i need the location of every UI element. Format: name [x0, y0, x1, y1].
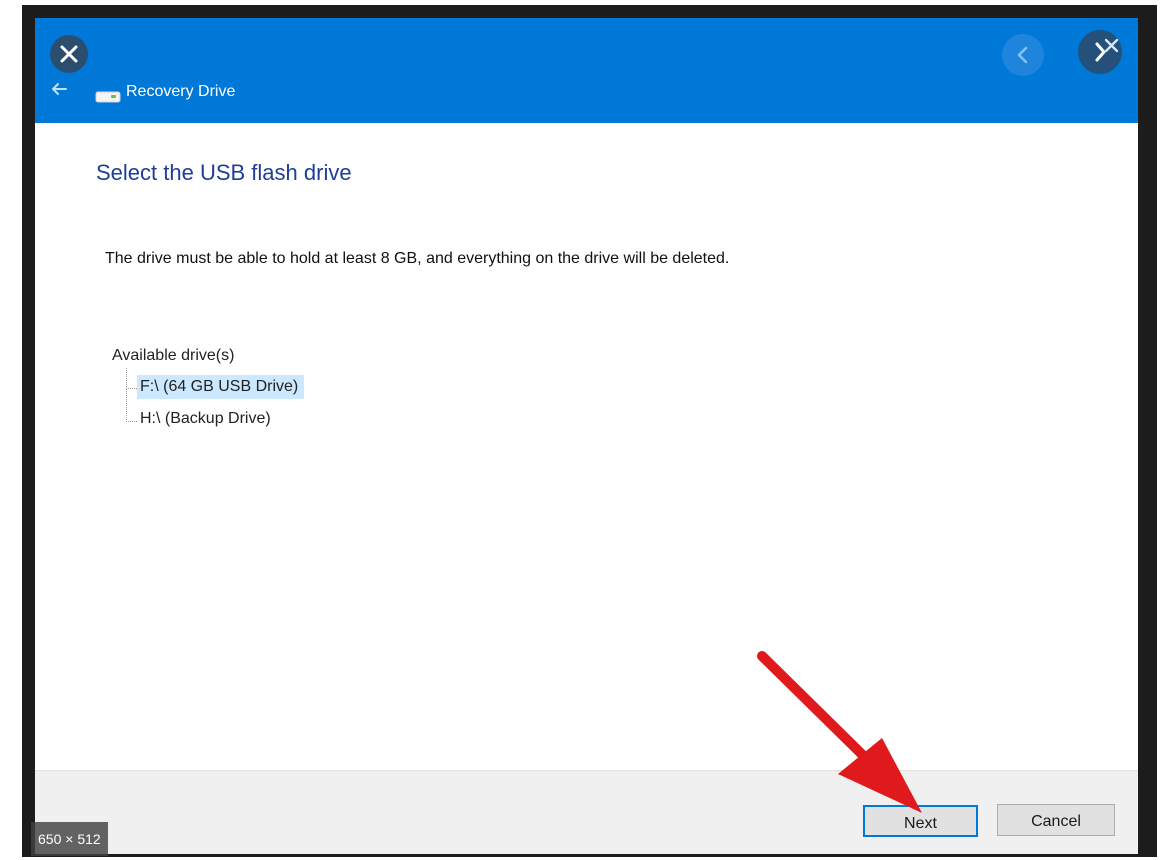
back-arrow-icon: [52, 83, 67, 95]
screenshot-page: Recovery Drive Select the USB flash driv…: [0, 0, 1168, 860]
tree-connector: [126, 388, 137, 422]
tree-connector: [126, 368, 137, 389]
usb-drive-icon: [95, 91, 121, 103]
cancel-button[interactable]: Cancel: [997, 804, 1115, 836]
drive-requirement-text: The drive must be able to hold at least …: [105, 250, 730, 267]
dialog-header: Recovery Drive: [35, 18, 1138, 123]
close-icon: [60, 45, 78, 63]
drive-option-label: F:\ (64 GB USB Drive): [140, 378, 299, 395]
red-annotation-arrow: [757, 651, 922, 813]
drive-option-h[interactable]: H:\ (Backup Drive): [137, 407, 277, 431]
chevron-left-icon: [1017, 46, 1028, 64]
close-circle-button[interactable]: [50, 35, 88, 73]
available-drives-tree: Available drive(s) F:\ (64 GB USB Drive)…: [112, 346, 532, 446]
recovery-drive-dialog: Recovery Drive Select the USB flash driv…: [35, 18, 1138, 854]
image-dimensions-badge: 650 × 512: [31, 822, 108, 856]
back-button[interactable]: [48, 78, 70, 100]
x-icon[interactable]: [1096, 30, 1128, 62]
available-drives-label: Available drive(s): [112, 347, 235, 364]
drive-option-f[interactable]: F:\ (64 GB USB Drive): [137, 375, 305, 399]
drive-option-label: H:\ (Backup Drive): [140, 410, 271, 427]
previous-image-button[interactable]: [1002, 34, 1044, 76]
window-title: Recovery Drive: [126, 83, 236, 100]
page-heading: Select the USB flash drive: [96, 160, 352, 185]
